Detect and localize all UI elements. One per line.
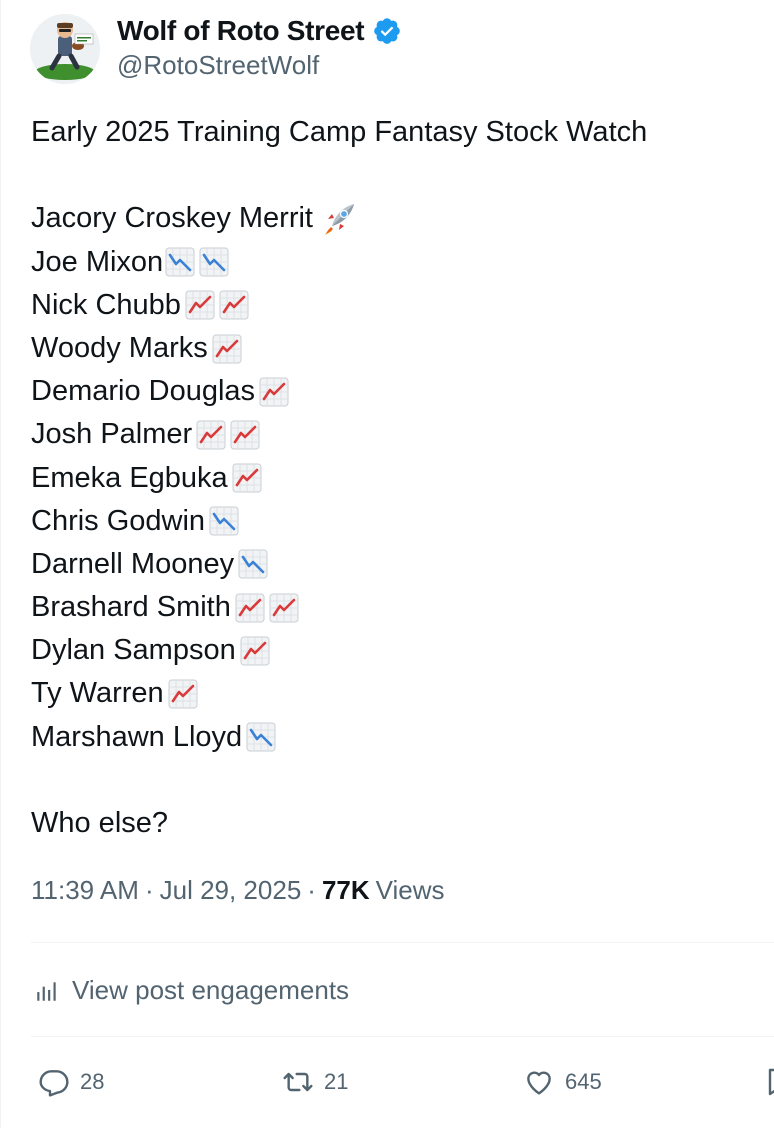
chart-up-icon [240, 636, 270, 666]
chart-up-icon [269, 593, 299, 623]
post-text: Early 2025 Training Camp Fantasy Stock W… [31, 111, 751, 845]
player-name: Woody Marks [31, 331, 208, 364]
action-bar: 28 21 645 [0, 1062, 774, 1102]
like-button[interactable]: 645 [523, 1062, 602, 1102]
chart-down-icon [238, 549, 268, 579]
player-name: Joe Mixon [31, 245, 164, 278]
repost-count: 21 [324, 1069, 349, 1094]
player-line: Marshawn Lloyd [31, 716, 751, 759]
player-line: Josh Palmer [31, 413, 751, 456]
heart-icon [527, 1071, 551, 1095]
player-name: Jacory Croskey Merrit [31, 202, 313, 235]
player-line: Chris Godwin [31, 500, 751, 543]
view-engagements-link[interactable]: View post engagements [34, 975, 349, 1006]
tweet-card: Wolf of Roto Street @RotoStreetWolf Earl… [0, 0, 774, 1128]
post-meta: 11:39 AM · Jul 29, 2025 · 77K Views [31, 875, 445, 906]
chart-up-icon [185, 290, 215, 320]
player-name: Brashard Smith [31, 591, 231, 624]
chart-up-icon [196, 420, 226, 450]
author-handle[interactable]: @RotoStreetWolf [117, 50, 319, 81]
verified-badge-icon[interactable] [372, 16, 402, 46]
player-name: Dylan Sampson [31, 634, 236, 667]
player-name: Chris Godwin [31, 504, 206, 537]
player-name: Marshawn Lloyd [31, 720, 243, 753]
chart-up-icon [168, 679, 198, 709]
meta-separator: · [144, 875, 154, 905]
repost-button[interactable]: 21 [282, 1062, 348, 1102]
post-headline: Early 2025 Training Camp Fantasy Stock W… [31, 116, 648, 148]
chart-up-icon [230, 420, 260, 450]
player-line: Jacory Croskey Merrit [31, 197, 751, 240]
chart-down-icon [165, 247, 195, 277]
author-avatar[interactable] [30, 14, 100, 84]
reply-count: 28 [80, 1069, 105, 1094]
player-name: Demario Douglas [31, 375, 256, 408]
post-closing: Who else? [31, 807, 169, 839]
player-line: Demario Douglas [31, 370, 751, 413]
chart-down-icon [199, 247, 229, 277]
post-time[interactable]: 11:39 AM [31, 875, 139, 906]
left-border [0, 0, 1, 1128]
view-engagements-label: View post engagements [72, 975, 350, 1005]
player-name: Emeka Egbuka [31, 461, 228, 494]
views-count: 77K [321, 875, 370, 905]
player-line: Darnell Mooney [31, 543, 751, 586]
bar-chart-icon [37, 981, 56, 1001]
player-list: Jacory Croskey Merrit Joe Mixon Nick Chubb… [31, 197, 751, 758]
reply-icon [39, 1070, 69, 1097]
chart-up-icon [235, 593, 265, 623]
meta-separator: · [307, 875, 316, 905]
repost-icon [283, 1072, 313, 1092]
chart-down-icon [209, 506, 239, 536]
player-line: Joe Mixon [31, 241, 751, 284]
bookmark-icon [768, 1068, 774, 1096]
player-name: Ty Warren [31, 677, 164, 710]
chart-up-icon [219, 290, 249, 320]
rocket-icon [321, 201, 357, 237]
player-line: Emeka Egbuka [31, 457, 751, 500]
player-line: Ty Warren [31, 672, 751, 715]
bookmark-button[interactable] [762, 1062, 774, 1102]
player-name: Josh Palmer [31, 418, 193, 451]
player-name: Nick Chubb [31, 288, 181, 321]
player-line: Nick Chubb [31, 284, 751, 327]
divider [31, 942, 774, 943]
player-line: Woody Marks [31, 327, 751, 370]
avatar-image-icon [30, 14, 100, 84]
like-count: 645 [565, 1069, 602, 1094]
chart-up-icon [212, 334, 242, 364]
chart-up-icon [232, 463, 262, 493]
author-name-row: Wolf of Roto Street [117, 14, 402, 48]
post-date[interactable]: Jul 29, 2025 [160, 875, 302, 906]
chart-down-icon [246, 722, 276, 752]
player-name: Darnell Mooney [31, 547, 235, 580]
player-line: Dylan Sampson [31, 629, 751, 672]
author-display-name[interactable]: Wolf of Roto Street [117, 15, 365, 47]
player-line: Brashard Smith [31, 586, 751, 629]
divider [31, 1036, 774, 1037]
chart-up-icon [259, 377, 289, 407]
reply-button[interactable]: 28 [38, 1062, 104, 1102]
views-label: Views [375, 875, 445, 905]
